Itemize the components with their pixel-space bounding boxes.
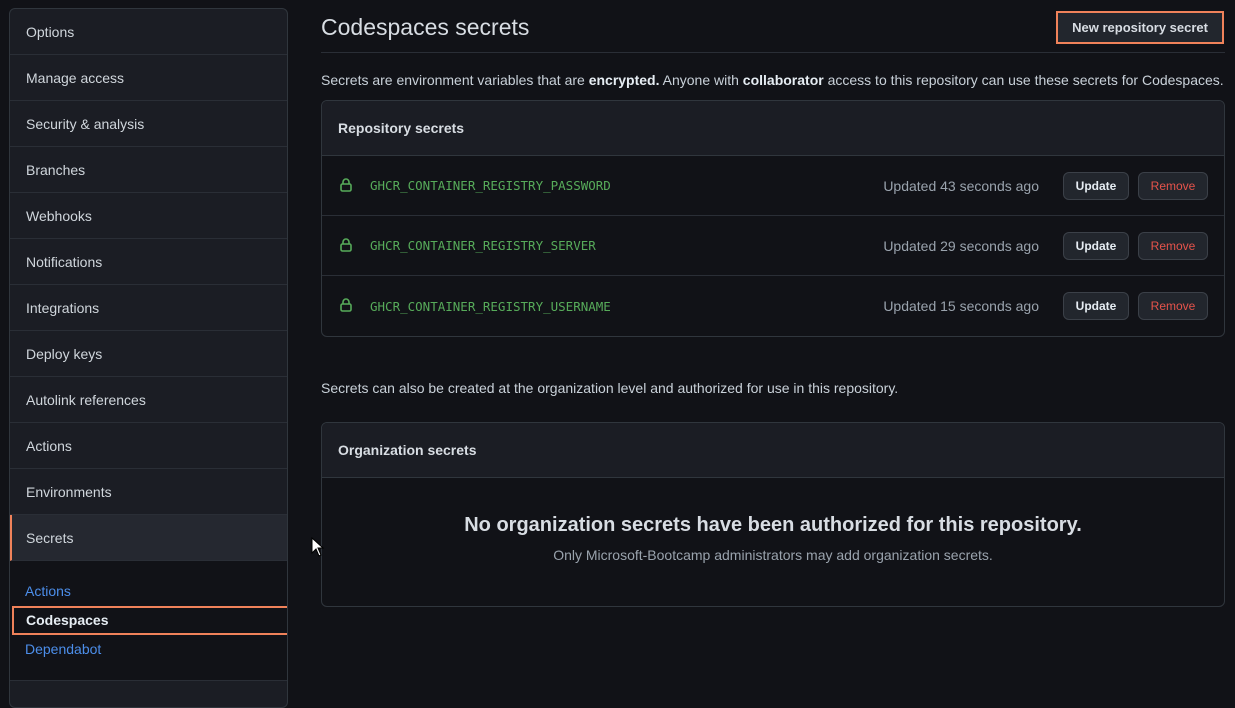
secret-name: GHCR_CONTAINER_REGISTRY_SERVER <box>370 238 596 253</box>
organization-secrets-box: Organization secrets No organization sec… <box>321 422 1225 607</box>
secret-row: GHCR_CONTAINER_REGISTRY_PASSWORD Updated… <box>322 156 1224 216</box>
secret-name: GHCR_CONTAINER_REGISTRY_PASSWORD <box>370 178 611 193</box>
secret-updated-time: Updated 43 seconds ago <box>883 177 1039 194</box>
subnav-item-codespaces[interactable]: Codespaces <box>12 606 287 635</box>
empty-state-subtitle: Only Microsoft-Bootcamp administrators m… <box>553 547 993 563</box>
secret-updated-time: Updated 29 seconds ago <box>883 237 1039 254</box>
sidebar-item-branches[interactable]: Branches <box>10 147 287 193</box>
subnav-item-dependabot[interactable]: Dependabot <box>10 635 287 664</box>
sidebar-item-autolink-references[interactable]: Autolink references <box>10 377 287 423</box>
mouse-cursor-icon <box>311 537 325 557</box>
empty-state-title: No organization secrets have been author… <box>464 514 1082 536</box>
new-repository-secret-button[interactable]: New repository secret <box>1056 11 1224 44</box>
lock-icon <box>340 298 352 312</box>
sidebar-item-actions[interactable]: Actions <box>10 423 287 469</box>
sidebar-item-manage-access[interactable]: Manage access <box>10 55 287 101</box>
repository-secrets-box: Repository secrets GHCR_CONTAINER_REGIST… <box>321 100 1225 337</box>
empty-state: No organization secrets have been author… <box>322 478 1224 606</box>
settings-sidebar: Options Manage access Security & analysi… <box>9 8 288 708</box>
sidebar-item-options[interactable]: Options <box>10 9 287 55</box>
repository-secrets-header: Repository secrets <box>322 101 1224 156</box>
update-button[interactable]: Update <box>1063 231 1129 260</box>
remove-button[interactable]: Remove <box>1138 292 1208 320</box>
intro-text: Secrets are environment variables that a… <box>321 72 1225 88</box>
remove-button[interactable]: Remove <box>1138 171 1208 200</box>
lock-icon <box>340 237 352 252</box>
page-header: Codespaces secrets New repository secret <box>321 0 1225 53</box>
organization-secrets-header: Organization secrets <box>322 423 1224 478</box>
intro-bold-collaborator: collaborator <box>742 72 824 88</box>
page-title: Codespaces secrets <box>321 14 530 40</box>
sidebar-item-secrets[interactable]: Secrets <box>10 515 287 561</box>
lock-icon <box>340 177 352 192</box>
org-intro-text: Secrets can also be created at the organ… <box>321 380 899 396</box>
main-content: Codespaces secrets New repository secret… <box>321 0 1225 607</box>
secret-row: GHCR_CONTAINER_REGISTRY_USERNAME Updated… <box>322 276 1224 336</box>
sidebar-item-integrations[interactable]: Integrations <box>10 285 287 331</box>
subnav-item-actions[interactable]: Actions <box>10 577 287 606</box>
sidebar-item-deploy-keys[interactable]: Deploy keys <box>10 331 287 377</box>
secret-updated-time: Updated 15 seconds ago <box>883 298 1039 314</box>
intro-part: Anyone with <box>659 72 743 88</box>
intro-part: access to this repository can use these … <box>823 72 1224 88</box>
secret-name: GHCR_CONTAINER_REGISTRY_USERNAME <box>370 298 611 314</box>
sidebar-item-environments[interactable]: Environments <box>10 469 287 515</box>
intro-part: Secrets are environment variables that a… <box>321 72 589 88</box>
intro-bold-encrypted: encrypted. <box>588 72 660 88</box>
secret-row: GHCR_CONTAINER_REGISTRY_SERVER Updated 2… <box>322 216 1224 276</box>
remove-button[interactable]: Remove <box>1138 231 1208 260</box>
sidebar-item-webhooks[interactable]: Webhooks <box>10 193 287 239</box>
secrets-subnav: Actions Codespaces Dependabot <box>10 561 287 681</box>
update-button[interactable]: Update <box>1063 171 1129 200</box>
update-button[interactable]: Update <box>1063 292 1129 320</box>
sidebar-item-security-analysis[interactable]: Security & analysis <box>10 101 287 147</box>
sidebar-item-notifications[interactable]: Notifications <box>10 239 287 285</box>
